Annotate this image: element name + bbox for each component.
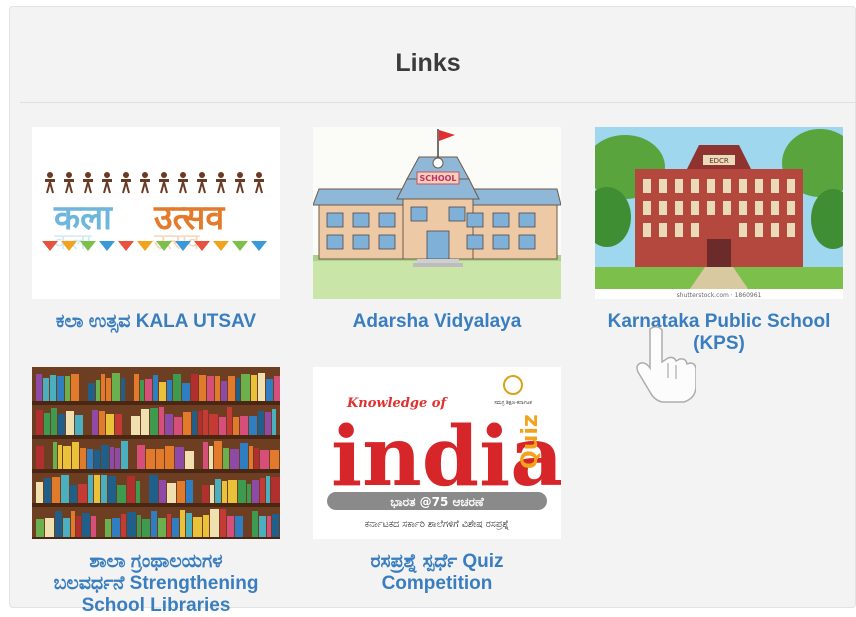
kala-utsav-logo[interactable]: कला उत्सव कला उत्सव bbox=[32, 127, 280, 299]
label-line[interactable]: ಬಲವರ್ಧನೆ Strengthening bbox=[24, 573, 288, 595]
knowledge-of-india-quiz[interactable]: ಸಮಗ್ರ ಶಿಕ್ಷಣ-ಕರ್ನಾಟಕ Knowledge of india … bbox=[313, 367, 561, 539]
school-sign: EDCR bbox=[709, 157, 729, 165]
card-label[interactable]: ಶಾಲಾ ಗ್ರಂಥಾಲಯಗಳ ಬಲವರ್ಧನೆ Strengthening S… bbox=[24, 551, 288, 617]
card-label[interactable]: ಕಲಾ ಉತ್ಸವ KALA UTSAV bbox=[24, 311, 288, 333]
quiz-side-text: Quiz bbox=[518, 414, 543, 469]
emblem-text: ಸಮಗ್ರ ಶಿಕ್ಷಣ-ಕರ್ನಾಟಕ bbox=[494, 400, 532, 406]
card-label[interactable]: ರಸಪ್ರಶ್ನೆ ಸ್ಪರ್ಧೆ Quiz Competition bbox=[305, 551, 569, 595]
card-label[interactable]: Adarsha Vidyalaya bbox=[305, 311, 569, 333]
label-line[interactable]: ರಸಪ್ರಶ್ನೆ ಸ್ಪರ್ಧೆ Quiz bbox=[305, 551, 569, 573]
image-caption: shutterstock.com · 1860961 bbox=[677, 292, 762, 299]
title-divider bbox=[20, 102, 856, 103]
label-line[interactable]: Competition bbox=[305, 573, 569, 595]
bookshelf-library[interactable] bbox=[32, 367, 280, 539]
section-title: Links bbox=[395, 49, 461, 77]
school-building-drawing[interactable]: SCHOOL bbox=[313, 127, 561, 299]
hand-pointer-icon bbox=[622, 323, 697, 403]
label-line[interactable]: ಶಾಲಾ ಗ್ರಂಥಾಲಯಗಳ bbox=[24, 551, 288, 573]
school-sign: SCHOOL bbox=[419, 174, 456, 183]
label-line[interactable]: School Libraries bbox=[24, 595, 288, 617]
label-line[interactable]: Adarsha Vidyalaya bbox=[305, 311, 569, 333]
public-school-illustration[interactable]: EDCR shutterstock.com · 1860961 bbox=[595, 127, 843, 299]
label-line[interactable]: ಕಲಾ ಉತ್ಸವ KALA UTSAV bbox=[24, 311, 288, 333]
quiz-sub-text: ಕರ್ನಾಟಕದ ಸರ್ಕಾರಿ ಶಾಲೆಗಳಿಗೆ ವಿಶೇಷ ರಸಪ್ರಶ್… bbox=[365, 519, 510, 530]
quiz-band-text: ಭಾರತ @75 ಆಚರಣೆ bbox=[390, 495, 484, 509]
